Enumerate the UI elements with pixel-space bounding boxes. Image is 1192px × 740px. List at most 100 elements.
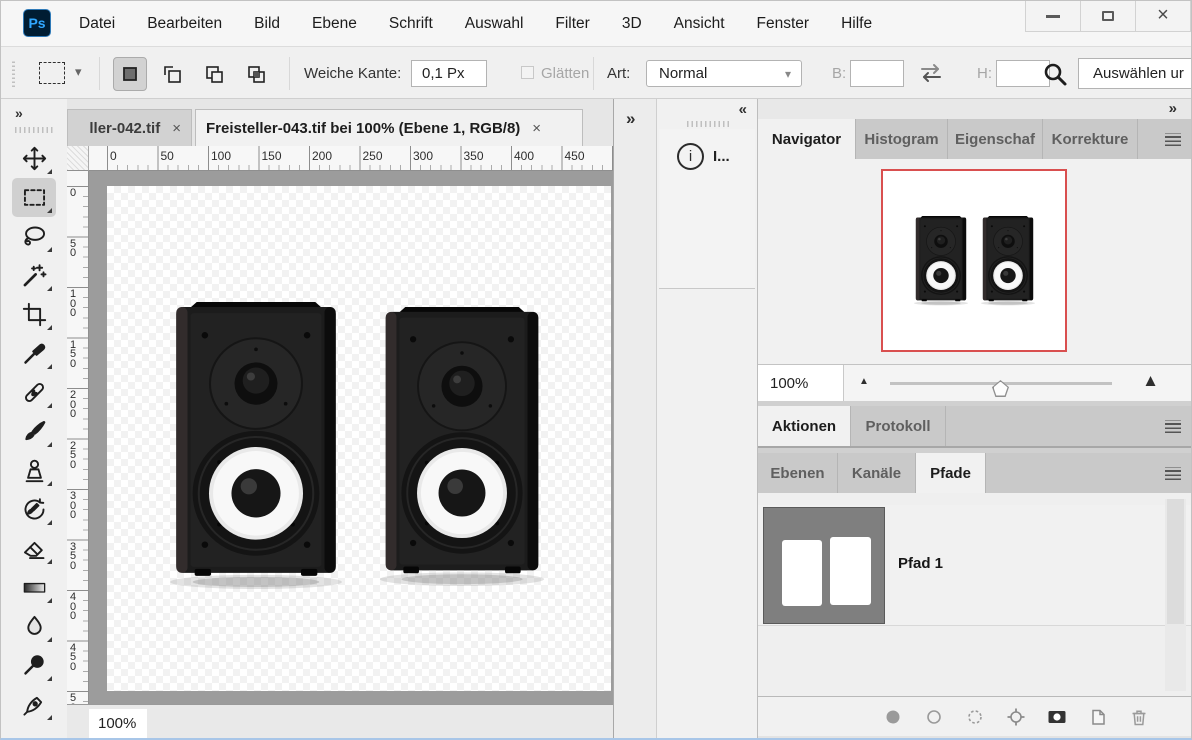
tab-close-icon[interactable]: × <box>532 120 541 137</box>
info-panel-row[interactable]: i I... <box>659 129 755 289</box>
zoom-slider-handle[interactable] <box>992 380 1009 397</box>
expand-tools-icon[interactable]: » <box>15 105 21 121</box>
zoom-level-field[interactable]: 100% <box>89 709 147 738</box>
tab-protokoll[interactable]: Protokoll <box>851 406 946 446</box>
blur-tool[interactable] <box>12 607 56 646</box>
tab-ebenen[interactable]: Ebenen <box>758 453 838 493</box>
tab-korrekture[interactable]: Korrekture <box>1043 119 1138 159</box>
marquee-tool-icon[interactable] <box>39 62 65 84</box>
crop-tool[interactable] <box>12 295 56 334</box>
search-icon[interactable] <box>1041 60 1069 88</box>
navigator-zoom-slider[interactable] <box>890 382 1112 385</box>
menu-item-bearbeiten[interactable]: Bearbeiten <box>131 15 238 33</box>
ruler-label-h: 0 <box>110 149 117 163</box>
stroke-path-icon[interactable] <box>924 707 944 727</box>
delete-path-icon[interactable] <box>1129 707 1149 727</box>
eraser-tool-icon <box>21 535 48 562</box>
paths-scrollbar[interactable] <box>1165 499 1186 691</box>
style-label: Art: <box>607 65 630 82</box>
menu-item-schrift[interactable]: Schrift <box>373 15 449 33</box>
document-tab-0[interactable]: ller-042.tif× <box>67 109 192 146</box>
new-path-icon[interactable] <box>1088 707 1108 727</box>
panel-menu-icon[interactable] <box>1165 467 1181 480</box>
marquee-tool[interactable] <box>12 178 56 217</box>
navigator-footer: 100% ▲ ▲ <box>758 364 1192 401</box>
panel-menu-icon[interactable] <box>1165 420 1181 433</box>
menu-item-ebene[interactable]: Ebene <box>296 15 373 33</box>
expand-panels-icon[interactable]: » <box>626 109 635 129</box>
add-mask-icon[interactable] <box>1047 707 1067 727</box>
lasso-tool[interactable] <box>12 217 56 256</box>
navigator-zoom-field[interactable]: 100% <box>758 365 844 401</box>
pen-tool[interactable] <box>12 685 56 724</box>
select-and-mask-button[interactable]: Auswählen ur <box>1078 58 1192 89</box>
tab-kanäle[interactable]: Kanäle <box>838 453 916 493</box>
info-panel-grip[interactable] <box>687 121 729 127</box>
move-tool[interactable] <box>12 139 56 178</box>
panel-menu-icon[interactable] <box>1165 133 1181 146</box>
dodge-tool[interactable] <box>12 646 56 685</box>
tab-navigator[interactable]: Navigator <box>758 119 856 159</box>
eraser-tool[interactable] <box>12 529 56 568</box>
info-panel-label: I... <box>713 148 730 165</box>
maximize-button[interactable] <box>1080 1 1136 32</box>
menu-item-fenster[interactable]: Fenster <box>741 15 826 33</box>
path-list-item[interactable]: Pfad 1 <box>758 505 1192 626</box>
path-name[interactable]: Pfad 1 <box>898 555 943 572</box>
close-icon: × <box>1157 5 1169 25</box>
clone-stamp-tool[interactable] <box>12 451 56 490</box>
chevron-down-icon[interactable]: ▾ <box>75 64 82 80</box>
tools-grip[interactable] <box>15 127 53 133</box>
subtract-selection-mode-button[interactable] <box>197 57 231 91</box>
menu-item-datei[interactable]: Datei <box>63 15 131 33</box>
zoom-out-icon[interactable]: ▲ <box>859 376 869 387</box>
menu-item-auswahl[interactable]: Auswahl <box>449 15 540 33</box>
tab-histogram[interactable]: Histogram <box>856 119 948 159</box>
ruler-label-v: 3 5 0 <box>70 543 76 572</box>
close-button[interactable]: × <box>1135 1 1191 32</box>
menu-item-3d[interactable]: 3D <box>606 15 658 33</box>
menu-item-hilfe[interactable]: Hilfe <box>825 15 888 33</box>
feather-input[interactable]: 0,1 Px <box>411 60 487 87</box>
zoom-in-icon[interactable]: ▲ <box>1142 371 1159 391</box>
load-selection-icon[interactable] <box>965 707 985 727</box>
window-controls: × <box>1026 1 1191 32</box>
history-brush-tool[interactable] <box>12 490 56 529</box>
swap-dimensions-icon[interactable] <box>917 62 945 84</box>
new-selection-mode-button[interactable] <box>113 57 147 91</box>
style-select[interactable]: Normal▾ <box>646 60 802 87</box>
menu-item-filter[interactable]: Filter <box>539 15 605 33</box>
antialias-label: Glätten <box>541 65 589 82</box>
fill-path-icon[interactable] <box>883 707 903 727</box>
options-grip[interactable] <box>12 60 15 87</box>
brush-tool[interactable] <box>12 412 56 451</box>
path-from-selection-icon[interactable] <box>1006 707 1026 727</box>
paths-scrollbar-thumb[interactable] <box>1167 499 1184 624</box>
spot-healing-tool[interactable] <box>12 373 56 412</box>
blur-tool-icon <box>21 613 48 640</box>
menu-item-bild[interactable]: Bild <box>238 15 296 33</box>
minimize-button[interactable] <box>1025 1 1081 32</box>
tab-pfade[interactable]: Pfade <box>916 453 986 493</box>
canvas-image[interactable] <box>107 186 611 691</box>
navigator-proxy-view[interactable] <box>881 169 1067 352</box>
pen-tool-icon <box>21 691 48 718</box>
tab-close-icon[interactable]: × <box>172 120 181 137</box>
intersect-selection-mode-button[interactable] <box>239 57 273 91</box>
collapse-panel-icon[interactable]: « <box>739 101 747 118</box>
gradient-tool[interactable] <box>12 568 56 607</box>
feather-label: Weiche Kante: <box>304 65 401 82</box>
ruler-label-v: 1 0 0 <box>70 290 76 319</box>
width-input[interactable] <box>850 60 904 87</box>
add-selection-mode-button[interactable] <box>155 57 189 91</box>
eyedropper-tool[interactable] <box>12 334 56 373</box>
tab-aktionen[interactable]: Aktionen <box>758 406 851 446</box>
magic-wand-tool[interactable] <box>12 256 56 295</box>
path-thumbnail[interactable] <box>763 507 885 624</box>
document-tab-1-active[interactable]: Freisteller-043.tif bei 100% (Ebene 1, R… <box>195 109 583 146</box>
expand-dock-icon[interactable]: » <box>1169 100 1177 117</box>
tab-eigenschaf[interactable]: Eigenschaf <box>948 119 1043 159</box>
subtract-selection-icon <box>203 63 225 85</box>
menu-item-ansicht[interactable]: Ansicht <box>658 15 741 33</box>
antialias-checkbox[interactable] <box>521 66 534 79</box>
